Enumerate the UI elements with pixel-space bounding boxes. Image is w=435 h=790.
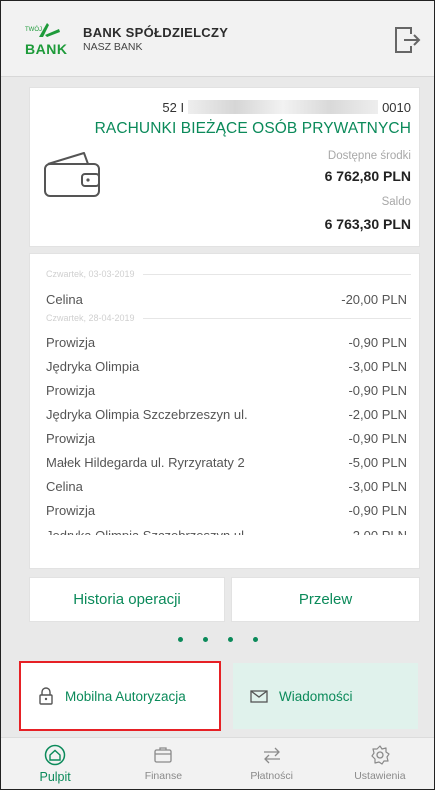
transaction-name: Prowizja — [46, 334, 96, 350]
transaction-list[interactable]: Czwartek, 03-03-2019 Celina -20,00 PLN C… — [29, 253, 420, 569]
logo-small-text: TWÓJ — [25, 27, 42, 33]
page-indicator — [1, 637, 434, 642]
account-number-mask — [188, 100, 379, 114]
available-amount: 6 762,80 PLN — [324, 168, 411, 184]
transaction-name: Jędryka Olimpia — [46, 358, 140, 374]
transaction-row[interactable]: Prowizja -0,90 PLN — [46, 499, 407, 521]
nav-label: Finanse — [144, 770, 183, 782]
mobile-authorization-tile[interactable]: Mobilna Autoryzacja — [19, 661, 221, 731]
nav-label: Ustawienia — [354, 770, 406, 782]
transaction-name: Prowizja — [46, 382, 96, 398]
nav-item-pulpit[interactable]: Pulpit — [1, 738, 109, 789]
app-header: TWÓJ BANK BANK SPÓŁDZIELCZY NASZ BANK — [1, 1, 434, 77]
transaction-amount: -2,00 PLN — [348, 406, 407, 422]
envelope-icon — [250, 690, 268, 703]
transaction-row[interactable]: Prowizja -0,90 PLN — [46, 427, 407, 449]
transaction-amount: -0,90 PLN — [348, 382, 407, 398]
bottom-navigation: Pulpit Finanse Płatności Ustawienia — [1, 737, 434, 789]
account-number-start: 52 I — [162, 100, 185, 115]
balance-label: Saldo — [381, 196, 411, 208]
transaction-amount: -3,00 PLN — [348, 358, 407, 374]
date-label: Czwartek, 28-04-2019 — [46, 313, 135, 323]
transfer-icon — [263, 747, 280, 764]
transaction-name: Małek Hildegarda ul. Ryrzyrataty 2 — [46, 454, 245, 470]
transaction-name: Prowizja — [46, 430, 96, 446]
date-separator: Czwartek, 03-03-2019 — [46, 268, 411, 280]
transaction-row[interactable]: Prowizja -0,90 PLN — [46, 379, 407, 401]
date-label: Czwartek, 03-03-2019 — [46, 269, 135, 279]
account-number-end: 0010 — [382, 100, 411, 115]
transaction-name: Prowizja — [46, 502, 96, 518]
bank-name: BANK SPÓŁDZIELCZY — [83, 25, 229, 40]
transaction-name: Jędryka Olimpia Szczebrzeszyn ul. — [46, 527, 248, 543]
transaction-name: Jędryka Olimpia Szczebrzeszyn ul. — [46, 406, 248, 422]
transaction-name: Celina — [46, 291, 83, 307]
transaction-amount: -0,90 PLN — [348, 334, 407, 350]
logout-icon[interactable] — [393, 25, 421, 55]
nav-item-platnosci[interactable]: Płatności — [218, 738, 326, 789]
page-dot[interactable] — [252, 637, 258, 642]
transaction-row[interactable]: Prowizja -0,90 PLN — [46, 331, 407, 353]
transaction-row[interactable]: Jędryka Olimpia Szczebrzeszyn ul. -2,00 … — [46, 524, 407, 543]
balance-amount: 6 763,30 PLN — [324, 216, 411, 232]
nav-label: Płatności — [250, 770, 293, 782]
account-card[interactable]: 52 I 0010 RACHUNKI BIEŻĄCE OSÓB PRYWATNYC… — [29, 87, 420, 247]
messages-label: Wiadomości — [279, 688, 353, 704]
transaction-name: Celina — [46, 478, 83, 494]
wallet-icon — [154, 747, 173, 763]
transaction-amount: -0,90 PLN — [348, 430, 407, 446]
date-separator: Czwartek, 28-04-2019 — [46, 312, 411, 324]
available-label: Dostępne środki — [327, 150, 411, 162]
transfer-button[interactable]: Przelew — [231, 577, 420, 622]
page-dot[interactable] — [177, 637, 183, 642]
transaction-row[interactable]: Celina -20,00 PLN — [46, 288, 407, 310]
transaction-row[interactable]: Małek Hildegarda ul. Ryrzyrataty 2 -5,00… — [46, 451, 407, 473]
account-name: RACHUNKI BIEŻĄCE OSÓB PRYWATNYCH — [94, 120, 411, 137]
transaction-row[interactable]: Jędryka Olimpia Szczebrzeszyn ul. -2,00 … — [46, 403, 407, 425]
nav-item-ustawienia[interactable]: Ustawienia — [326, 738, 434, 789]
transaction-amount: -2,00 PLN — [348, 527, 407, 543]
transaction-amount: -0,90 PLN — [348, 502, 407, 518]
transaction-amount: -3,00 PLN — [348, 478, 407, 494]
wallet-icon — [44, 152, 100, 197]
logo-word: BANK — [25, 41, 68, 57]
transaction-amount: -5,00 PLN — [348, 454, 407, 470]
page-dot[interactable] — [227, 637, 233, 642]
transaction-row[interactable]: Jędryka Olimpia -3,00 PLN — [46, 355, 407, 377]
page-dot[interactable] — [202, 637, 208, 642]
padlock-icon — [39, 687, 53, 705]
account-number: 52 I 0010 — [162, 100, 411, 115]
transaction-row[interactable]: Celina -3,00 PLN — [46, 475, 407, 497]
nav-item-finanse[interactable]: Finanse — [109, 738, 217, 789]
transaction-amount: -20,00 PLN — [341, 291, 407, 307]
nav-label: Pulpit — [39, 770, 71, 784]
bank-logo: TWÓJ BANK — [25, 19, 71, 59]
home-icon — [44, 744, 66, 766]
mobile-authorization-label: Mobilna Autoryzacja — [65, 688, 186, 704]
messages-tile[interactable]: Wiadomości — [233, 663, 418, 729]
bank-subtitle: NASZ BANK — [83, 41, 143, 53]
gear-icon — [371, 745, 390, 765]
history-button[interactable]: Historia operacji — [29, 577, 225, 622]
